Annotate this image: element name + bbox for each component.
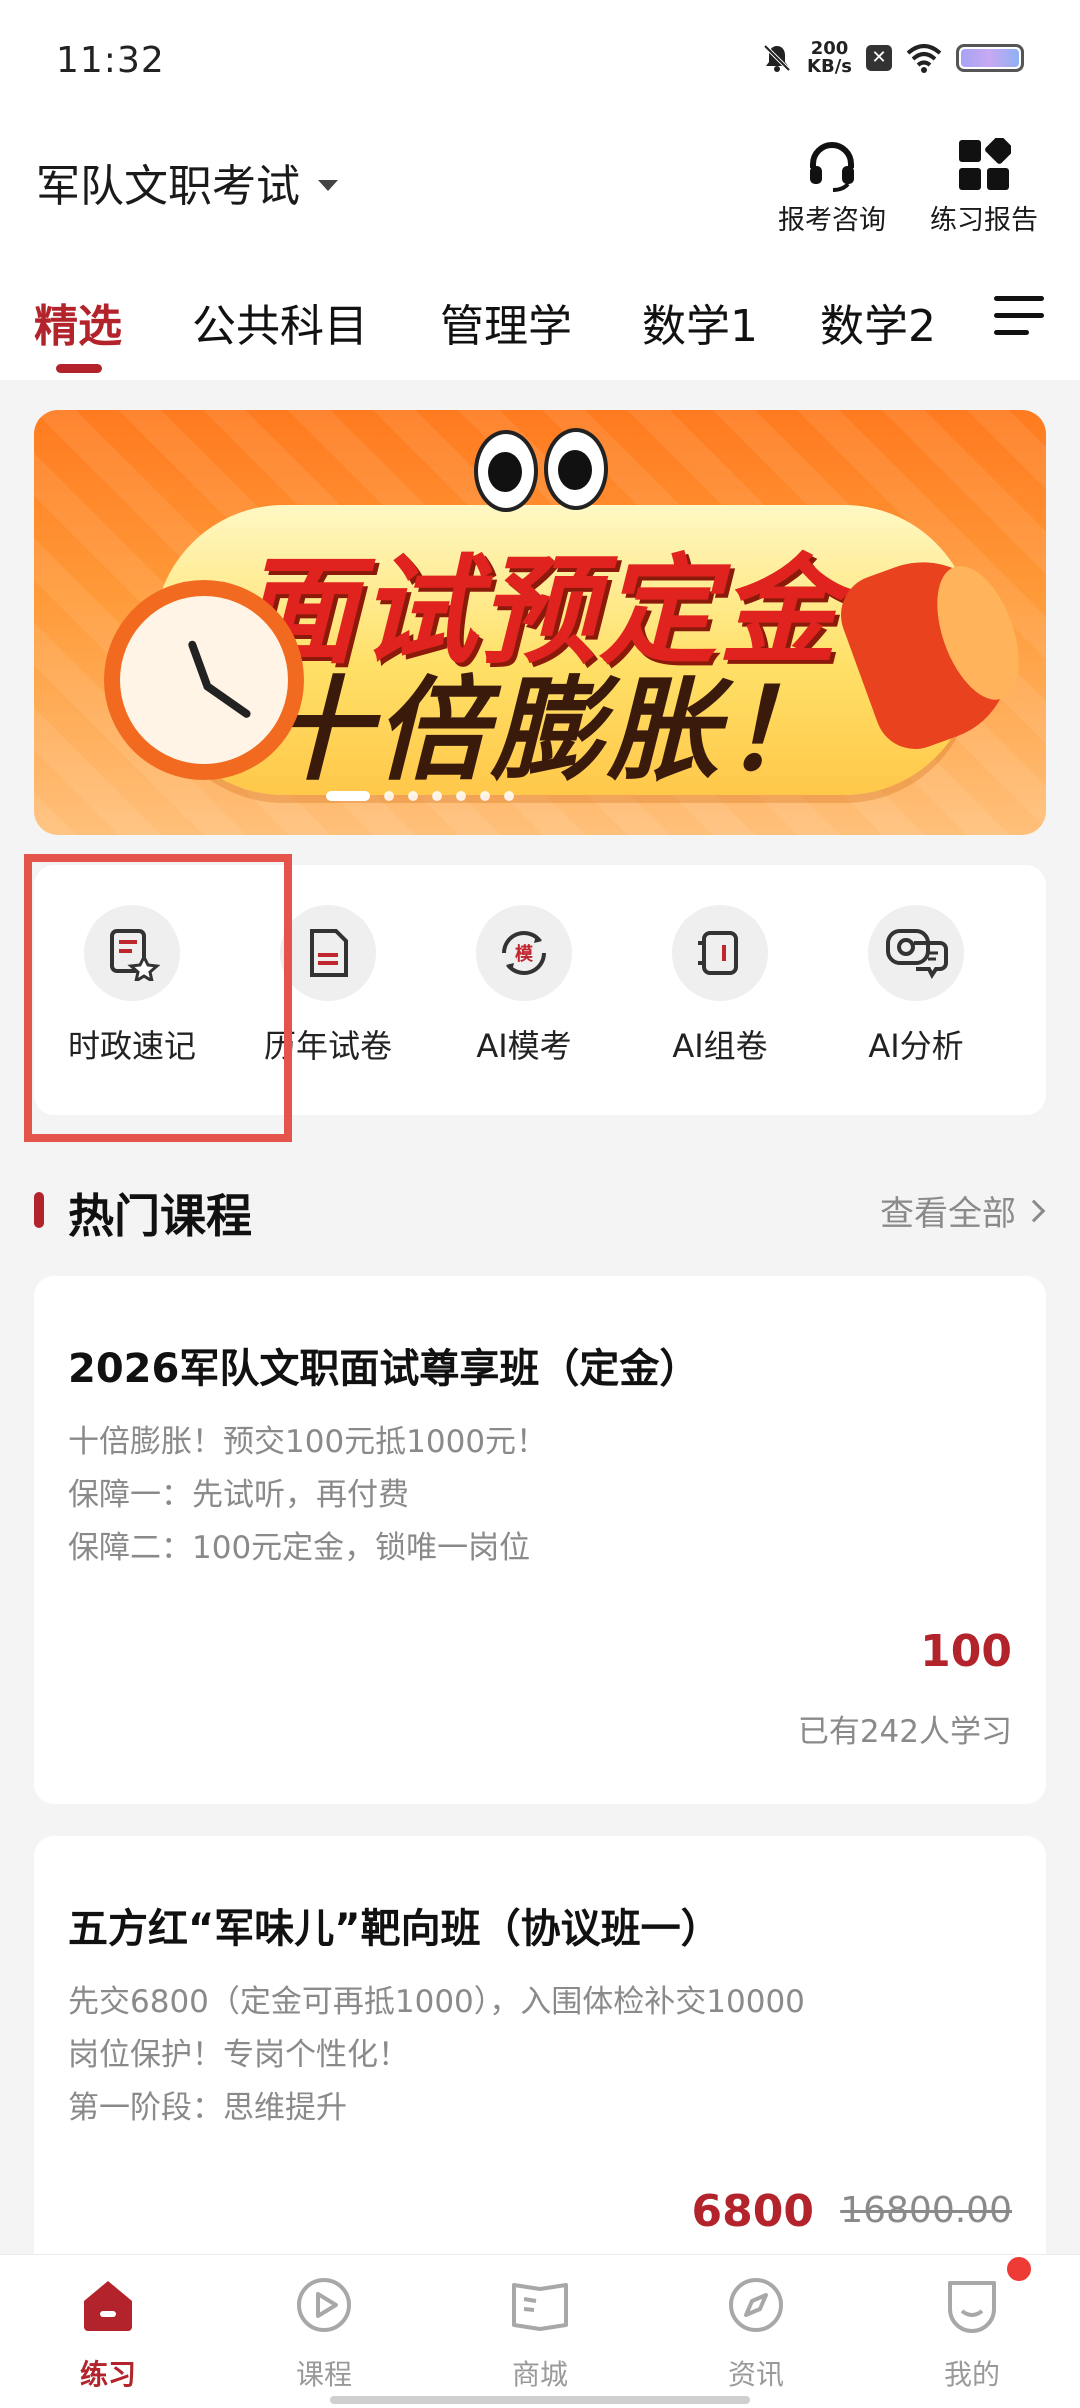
compose-paper-icon <box>698 931 738 975</box>
tab-math-2[interactable]: 数学2 <box>820 290 936 354</box>
home-indicator[interactable] <box>330 2396 750 2404</box>
alarm-clock-icon <box>104 580 304 780</box>
course-card[interactable]: 五方红“军味儿”靶向班（协议班一） 先交6800（定金可再抵1000），入围体检… <box>34 1836 1046 2276</box>
tab-public-subjects[interactable]: 公共科目 <box>192 290 368 354</box>
course-desc-line: 第一阶段：思维提升 <box>68 2090 347 2126</box>
status-icons: 200 KB/s ✕ <box>761 40 1024 76</box>
nav-courses[interactable]: 课程 <box>216 2275 432 2393</box>
course-desc-line: 十倍膨胀！预交100元抵1000元！ <box>68 1424 548 1460</box>
banner-eye-right <box>544 428 608 510</box>
nav-label: 练习 <box>79 2358 136 2391</box>
headset-icon <box>810 142 854 192</box>
banner-dot[interactable] <box>432 791 442 801</box>
status-time: 11:32 <box>56 40 165 81</box>
banner-subheadline: 十倍膨胀！ <box>259 666 839 796</box>
notification-badge <box>1004 2254 1034 2284</box>
quick-item-ai-mock-exam[interactable]: 模 AI模考 <box>426 905 622 1067</box>
exam-selector-label: 军队文职考试 <box>36 161 300 212</box>
battery-icon <box>956 44 1024 72</box>
section-title: 热门课程 <box>68 1189 252 1243</box>
banner-dot[interactable] <box>326 791 370 801</box>
nav-label: 课程 <box>295 2358 352 2391</box>
home-icon <box>84 2281 132 2331</box>
promo-banner[interactable]: 面试预定金 十倍膨胀！ <box>34 410 1046 835</box>
quick-item-label: AI分析 <box>868 1027 964 1065</box>
caret-down-icon <box>318 179 338 191</box>
course-title: 五方红“军味儿”靶向班（协议班一） <box>68 1906 721 1952</box>
course-desc-line: 先交6800（定金可再抵1000），入围体检补交10000 <box>68 1984 805 2020</box>
consult-label: 报考咨询 <box>778 205 886 236</box>
mute-bell-icon <box>763 44 791 72</box>
course-price: 100 <box>920 1626 1012 1677</box>
chevron-right-icon <box>1022 1199 1046 1222</box>
quick-item-label: AI组卷 <box>672 1027 768 1065</box>
mock-exam-icon: 模 <box>502 931 546 975</box>
notification-x-icon: ✕ <box>866 45 892 71</box>
tab-featured[interactable]: 精选 <box>34 290 122 354</box>
svg-text:模: 模 <box>515 943 534 965</box>
hot-courses-header: 热门课程 查看全部 <box>34 1180 1046 1243</box>
paper-icon <box>310 929 348 977</box>
banner-pagination <box>34 791 926 801</box>
status-bar: 11:32 200 KB/s ✕ <box>0 0 1080 130</box>
course-title: 2026军队文职面试尊享班（定金） <box>68 1346 700 1392</box>
course-price: 6800 <box>691 2186 814 2237</box>
course-original-price: 16800.00 <box>840 2190 1012 2231</box>
quick-item-ai-compose[interactable]: AI组卷 <box>622 905 818 1067</box>
compass-icon <box>729 2278 783 2332</box>
nav-mine[interactable]: 我的 <box>864 2275 1080 2393</box>
course-desc-line: 保障一：先试听，再付费 <box>68 1477 409 1513</box>
view-all-label: 查看全部 <box>880 1194 1016 1234</box>
quick-item-ai-analysis[interactable]: AI分析 <box>818 905 1014 1067</box>
practice-report-button[interactable]: 练习报告 <box>914 136 1054 237</box>
nav-mall[interactable]: 商城 <box>432 2275 648 2393</box>
banner-dot[interactable] <box>480 791 490 801</box>
book-icon <box>512 2283 568 2331</box>
banner-dot[interactable] <box>504 791 514 801</box>
nav-label: 资讯 <box>727 2358 784 2391</box>
practice-report-label: 练习报告 <box>930 205 1038 236</box>
nav-label: 我的 <box>943 2358 1000 2391</box>
bottom-nav: 练习 课程 商城 资讯 我的 <box>0 2254 1080 2408</box>
banner-dot[interactable] <box>408 791 418 801</box>
nav-label: 商城 <box>511 2358 568 2391</box>
wifi-icon <box>906 44 942 73</box>
course-desc-line: 岗位保护！专岗个性化！ <box>68 2037 409 2073</box>
section-accent-bar <box>34 1192 44 1228</box>
quick-item-label: AI模考 <box>476 1027 572 1065</box>
banner-dot[interactable] <box>384 791 394 801</box>
menu-icon[interactable] <box>994 296 1044 336</box>
play-icon <box>297 2278 351 2332</box>
net-speed-unit: KB/s <box>807 56 852 77</box>
nav-news[interactable]: 资讯 <box>648 2275 864 2393</box>
banner-eye-left <box>474 430 538 512</box>
course-learners: 已有242人学习 <box>797 1714 1012 1750</box>
highlight-box <box>24 854 292 1142</box>
nav-practice[interactable]: 练习 <box>0 2275 216 2393</box>
consult-button[interactable]: 报考咨询 <box>762 136 902 237</box>
smile-icon <box>948 2281 996 2333</box>
tab-management[interactable]: 管理学 <box>440 290 572 354</box>
analysis-icon <box>886 929 948 979</box>
banner-dot[interactable] <box>456 791 466 801</box>
exam-selector[interactable]: 军队文职考试 <box>36 150 338 214</box>
active-tab-indicator <box>56 364 102 373</box>
view-all-link[interactable]: 查看全部 <box>880 1186 1046 1235</box>
course-desc-line: 保障二：100元定金，锁唯一岗位 <box>68 1530 531 1566</box>
net-speed: 200 KB/s <box>807 40 852 76</box>
category-tabs: 精选 公共科目 管理学 数学1 数学2 <box>0 280 1080 360</box>
grid-report-icon <box>959 138 1011 190</box>
course-card[interactable]: 2026军队文职面试尊享班（定金） 十倍膨胀！预交100元抵1000元！ 保障一… <box>34 1276 1046 1804</box>
tab-math-1[interactable]: 数学1 <box>642 290 758 354</box>
